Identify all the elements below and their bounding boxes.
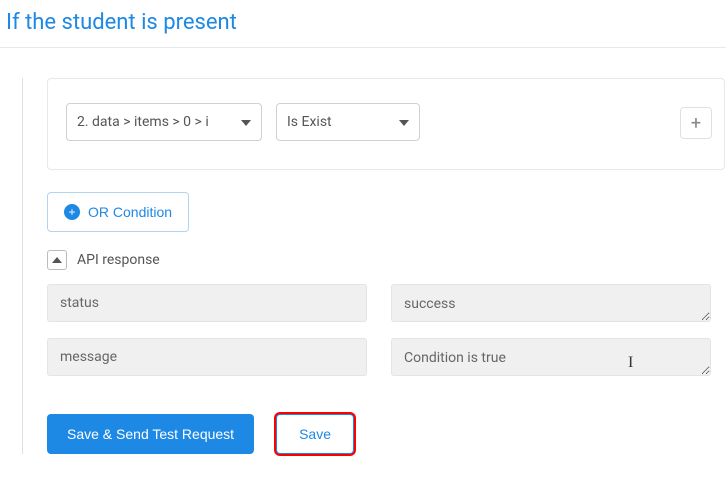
- response-key-input[interactable]: [47, 284, 367, 322]
- response-key-input[interactable]: [47, 338, 367, 376]
- condition-operator-select[interactable]: Is Exist: [276, 103, 420, 141]
- save-button[interactable]: Save: [276, 414, 354, 454]
- or-condition-label: OR Condition: [88, 204, 172, 220]
- response-value-input[interactable]: [391, 284, 711, 322]
- chevron-down-icon: [399, 114, 409, 130]
- action-bar: Save & Send Test Request Save: [47, 414, 726, 454]
- plus-circle-icon: +: [64, 204, 80, 220]
- condition-operator-text: Is Exist: [287, 114, 332, 130]
- save-send-test-button[interactable]: Save & Send Test Request: [47, 414, 254, 454]
- page-title: If the student is present: [0, 0, 726, 48]
- chevron-down-icon: [241, 114, 251, 130]
- api-response-grid: [47, 284, 726, 376]
- condition-field-text: 2. data > items > 0 > i: [77, 114, 209, 130]
- or-condition-button[interactable]: + OR Condition: [47, 192, 189, 232]
- condition-field-select[interactable]: 2. data > items > 0 > i: [66, 103, 262, 141]
- api-response-header: API response: [47, 250, 726, 270]
- collapse-toggle[interactable]: [47, 250, 67, 270]
- add-condition-button[interactable]: +: [680, 107, 712, 139]
- content-area: 2. data > items > 0 > i Is Exist + + OR …: [0, 78, 726, 454]
- response-value-input[interactable]: [391, 338, 711, 376]
- vertical-rule: 2. data > items > 0 > i Is Exist + + OR …: [22, 78, 726, 454]
- chevron-up-icon: [52, 257, 62, 263]
- plus-icon: +: [691, 113, 701, 134]
- condition-row: 2. data > items > 0 > i Is Exist +: [47, 78, 725, 170]
- api-response-heading: API response: [77, 252, 160, 268]
